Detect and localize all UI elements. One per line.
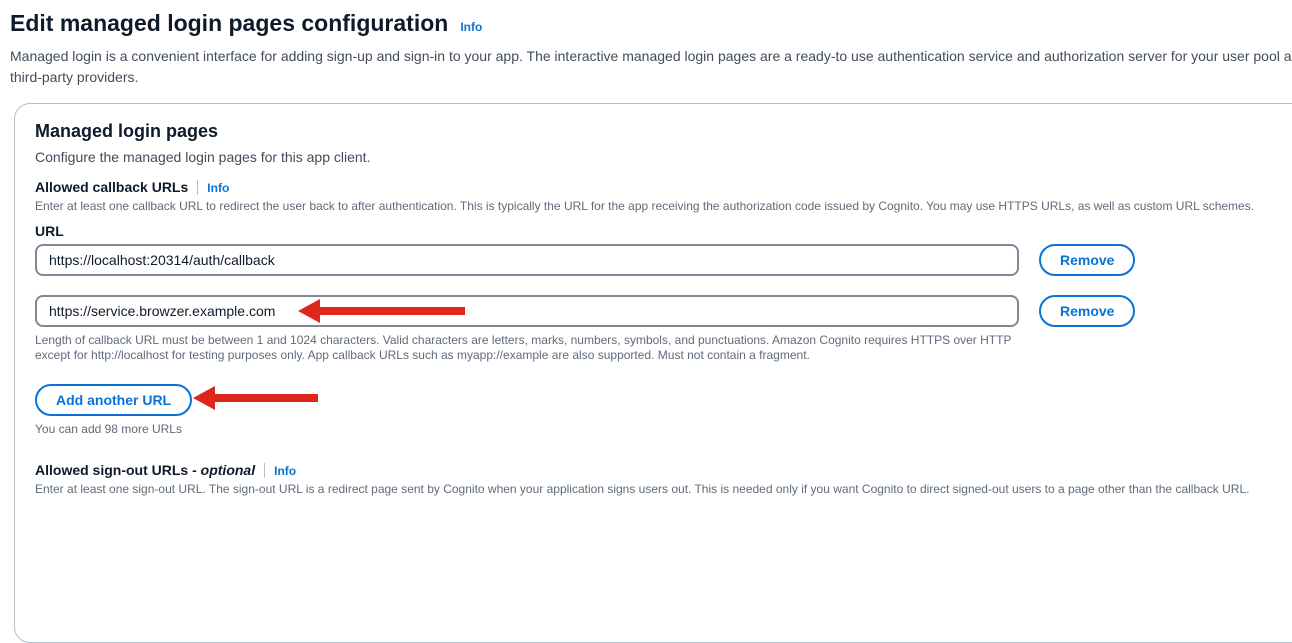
allowed-signout-urls-label: Allowed sign-out URLs - optional: [35, 463, 255, 478]
callback-url-row-2: Remove: [35, 295, 1292, 327]
signout-description: Enter at least one sign-out URL. The sig…: [35, 482, 1292, 497]
callback-info-link[interactable]: Info: [207, 181, 229, 195]
managed-login-pages-panel: Managed login pages Configure the manage…: [14, 103, 1292, 643]
signout-urls-section: Allowed sign-out URLs - optional Info En…: [35, 463, 1292, 497]
signout-info-link[interactable]: Info: [274, 464, 296, 478]
callback-url-constraint-text: Length of callback URL must be between 1…: [35, 333, 1013, 363]
remove-url-button-2[interactable]: Remove: [1039, 295, 1135, 327]
page-description: Managed login is a convenient interface …: [10, 46, 1292, 88]
page-description-line1: Managed login is a convenient interface …: [10, 46, 1292, 67]
page-header: Edit managed login pages configuration I…: [10, 10, 1292, 88]
remaining-urls-text: You can add 98 more URLs: [35, 422, 1292, 437]
callback-description: Enter at least one callback URL to redir…: [35, 199, 1292, 214]
callback-url-row-1: Remove: [35, 244, 1292, 276]
callback-url-input-1[interactable]: [35, 244, 1019, 276]
allowed-callback-urls-label: Allowed callback URLs: [35, 180, 188, 195]
page-title-info-link[interactable]: Info: [460, 20, 482, 34]
add-another-url-button[interactable]: Add another URL: [35, 384, 192, 416]
optional-suffix: - optional: [192, 462, 255, 478]
label-divider: [264, 463, 265, 478]
label-divider: [197, 180, 198, 195]
url-column-label: URL: [35, 222, 1292, 240]
remove-url-button-1[interactable]: Remove: [1039, 244, 1135, 276]
callback-url-input-2[interactable]: [35, 295, 1019, 327]
page-description-line2: third-party providers.: [10, 67, 1292, 88]
panel-title: Managed login pages: [35, 120, 1292, 142]
panel-subtitle: Configure the managed login pages for th…: [35, 148, 1292, 166]
page-title: Edit managed login pages configuration: [10, 10, 448, 37]
